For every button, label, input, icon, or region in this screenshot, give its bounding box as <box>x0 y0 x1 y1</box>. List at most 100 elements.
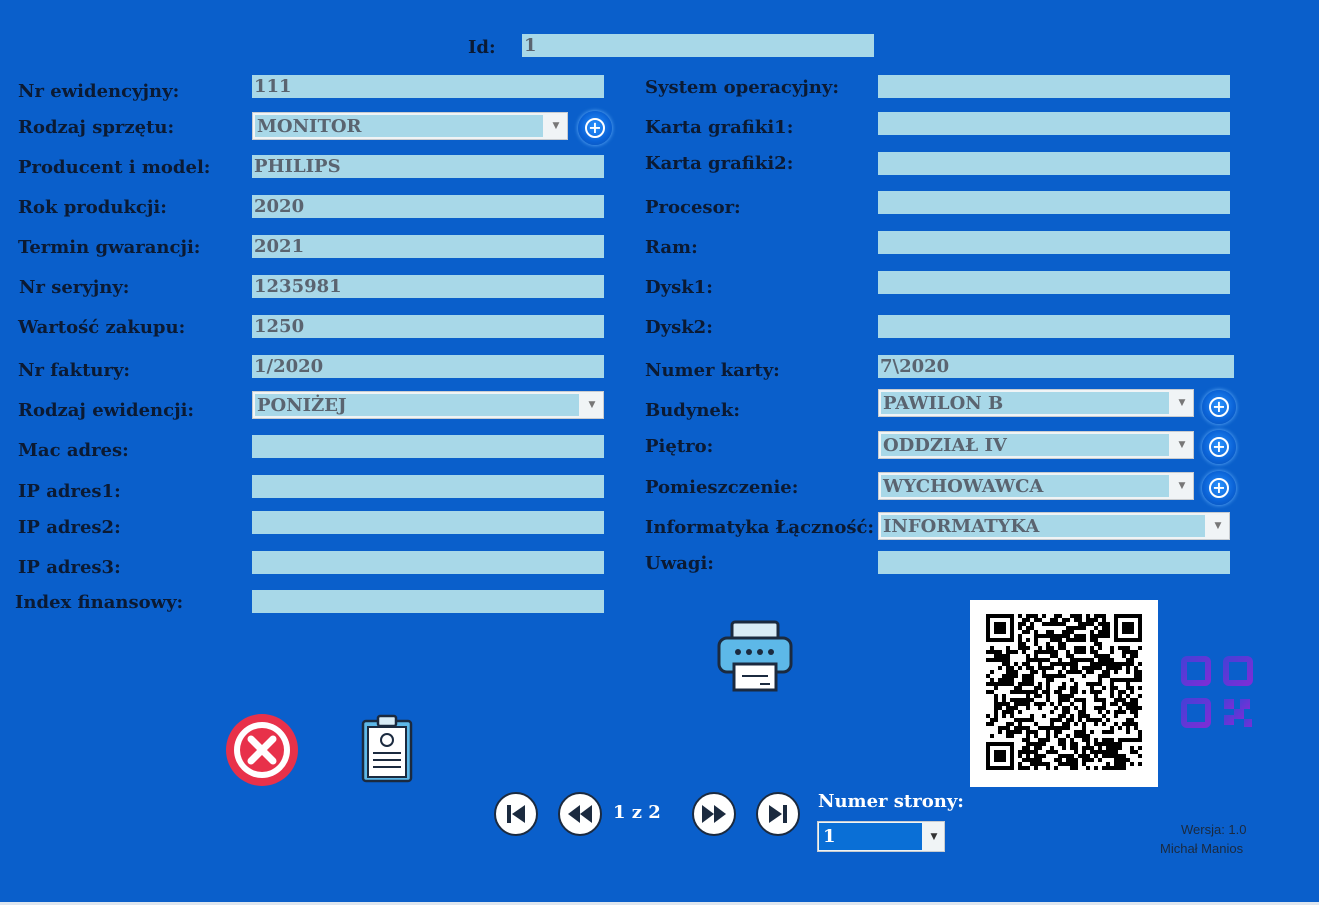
qr-module <box>1074 666 1078 670</box>
informatyka-lacznosc-label: Informatyka Łączność: <box>645 517 875 538</box>
id-field[interactable]: 1 <box>522 34 874 57</box>
karta-grafiki2-field[interactable] <box>878 152 1230 175</box>
add-pietro-button[interactable]: + <box>1202 430 1236 464</box>
qr-module <box>1082 622 1086 626</box>
chevron-down-icon[interactable]: ▼ <box>581 392 603 418</box>
qr-module <box>1094 750 1098 754</box>
qr-module <box>1074 670 1078 674</box>
qr-module <box>1122 766 1126 770</box>
qr-module <box>1022 646 1026 650</box>
next-page-button[interactable] <box>692 792 736 836</box>
ip-adres3-label: IP adres3: <box>18 557 121 578</box>
qr-module <box>1046 762 1050 766</box>
pietro-select[interactable]: ODDZIAŁ IV ▼ <box>878 431 1194 459</box>
print-button[interactable] <box>716 618 794 694</box>
qr-module <box>1122 698 1126 702</box>
qr-module <box>1138 678 1142 682</box>
qr-module <box>1062 662 1066 666</box>
uwagi-field[interactable] <box>878 551 1230 574</box>
dysk2-label: Dysk2: <box>645 317 713 338</box>
qr-module <box>1110 702 1114 706</box>
chevron-down-icon[interactable]: ▼ <box>1207 513 1229 539</box>
informatyka-lacznosc-select[interactable]: INFORMATYKA ▼ <box>878 512 1230 540</box>
nr-faktury-field[interactable]: 1/2020 <box>252 355 604 378</box>
system-operacyjny-field[interactable] <box>878 75 1230 98</box>
page-number-select[interactable]: 1 ▼ <box>817 821 945 852</box>
procesor-field[interactable] <box>878 191 1230 214</box>
qr-module <box>1046 750 1050 754</box>
qr-module <box>1126 658 1130 662</box>
chevron-down-icon[interactable]: ▼ <box>1171 390 1193 416</box>
qr-module <box>1130 686 1134 690</box>
ip-adres2-field[interactable] <box>252 511 604 534</box>
qr-module <box>1070 714 1074 718</box>
qr-module <box>1030 730 1034 734</box>
qr-module <box>1094 614 1098 618</box>
dysk1-field[interactable] <box>878 271 1230 294</box>
previous-page-icon <box>568 805 592 823</box>
qr-module <box>1138 694 1142 698</box>
qr-module <box>1026 766 1030 770</box>
qr-module <box>1134 726 1138 730</box>
report-button[interactable] <box>360 713 414 783</box>
rodzaj-sprzetu-select[interactable]: MONITOR ▼ <box>252 112 568 140</box>
qr-module <box>1046 678 1050 682</box>
chevron-down-icon[interactable]: ▼ <box>924 822 944 851</box>
qr-module <box>1014 730 1018 734</box>
qr-module <box>1090 730 1094 734</box>
last-page-button[interactable] <box>756 792 800 836</box>
last-page-icon <box>769 805 787 823</box>
qr-module <box>1018 646 1022 650</box>
qr-module <box>1018 686 1022 690</box>
dysk2-field[interactable] <box>878 315 1230 338</box>
ip-adres1-field[interactable] <box>252 475 604 498</box>
qr-module <box>1138 662 1142 666</box>
first-page-button[interactable] <box>494 792 538 836</box>
add-pomieszczenie-button[interactable]: + <box>1202 471 1236 505</box>
qr-module <box>1042 714 1046 718</box>
nr-ewidencyjny-label: Nr ewidencyjny: <box>18 81 180 102</box>
budynek-select[interactable]: PAWILON B ▼ <box>878 389 1194 417</box>
ram-field[interactable] <box>878 231 1230 254</box>
qr-module <box>1026 718 1030 722</box>
nr-ewidencyjny-field[interactable]: 111 <box>252 75 604 98</box>
qr-module <box>1118 698 1122 702</box>
chevron-down-icon[interactable]: ▼ <box>1171 473 1193 499</box>
generate-qr-button[interactable] <box>1180 655 1254 729</box>
qr-module <box>1130 722 1134 726</box>
qr-module <box>1074 686 1078 690</box>
chevron-down-icon[interactable]: ▼ <box>545 113 567 139</box>
qr-module <box>1086 622 1090 626</box>
chevron-down-icon[interactable]: ▼ <box>1171 432 1193 458</box>
next-page-icon <box>702 805 726 823</box>
qr-module <box>1066 718 1070 722</box>
add-budynek-button[interactable]: + <box>1202 390 1236 424</box>
previous-page-button[interactable] <box>558 792 602 836</box>
qr-module <box>1070 654 1074 658</box>
termin-gwarancji-field[interactable]: 2021 <box>252 235 604 258</box>
qr-module <box>1062 642 1066 646</box>
add-rodzaj-sprzetu-button[interactable]: + <box>578 111 612 145</box>
qr-module <box>1098 658 1102 662</box>
producent-model-field[interactable]: PHILIPS <box>252 155 604 178</box>
qr-module <box>1046 690 1050 694</box>
numer-karty-field[interactable]: 7\2020 <box>878 355 1234 378</box>
wartosc-zakupu-field[interactable]: 1250 <box>252 315 604 338</box>
mac-adres-field[interactable] <box>252 435 604 458</box>
qr-module <box>1114 746 1118 750</box>
ip-adres3-field[interactable] <box>252 551 604 574</box>
qr-module <box>1074 650 1078 654</box>
qr-module <box>1026 698 1030 702</box>
rodzaj-ewidencji-select[interactable]: PONIŻEJ ▼ <box>252 391 604 419</box>
qr-module <box>1066 630 1070 634</box>
qr-module <box>1022 682 1026 686</box>
index-finansowy-field[interactable] <box>252 590 604 613</box>
qr-module <box>1042 690 1046 694</box>
pomieszczenie-select[interactable]: WYCHOWAWCA ▼ <box>878 472 1194 500</box>
nr-seryjny-field[interactable]: 1235981 <box>252 275 604 298</box>
qr-module <box>1130 698 1134 702</box>
delete-button[interactable] <box>224 712 300 788</box>
rok-produkcji-field[interactable]: 2020 <box>252 195 604 218</box>
qr-module <box>1082 658 1086 662</box>
karta-grafiki1-field[interactable] <box>878 112 1230 135</box>
